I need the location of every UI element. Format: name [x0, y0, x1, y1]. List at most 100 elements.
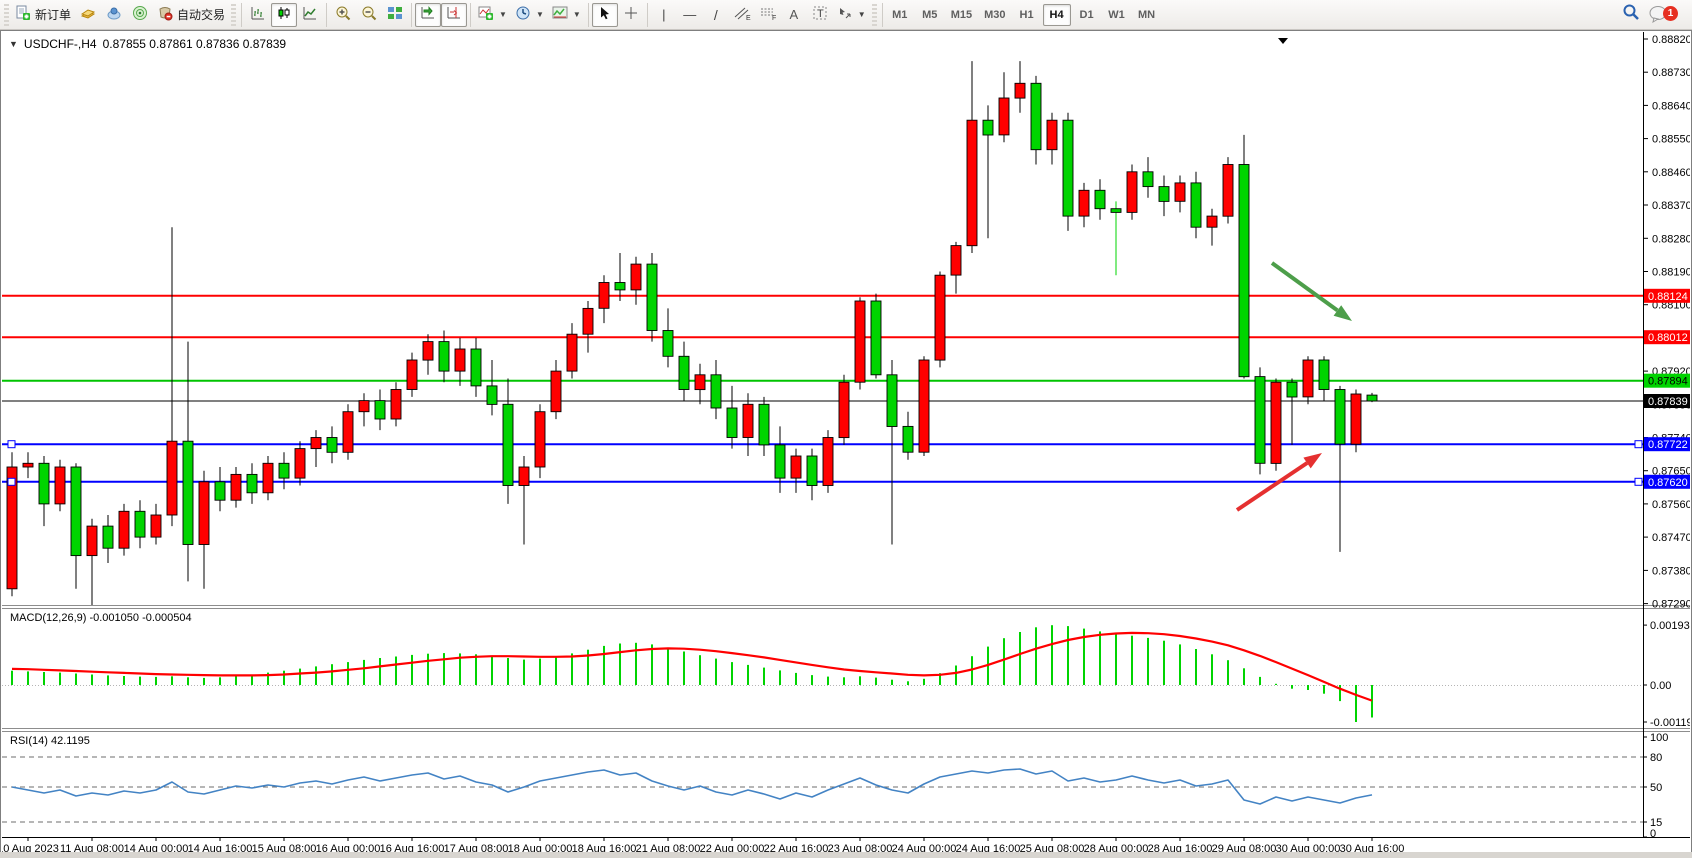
- crosshair-icon: [623, 5, 639, 24]
- toolbar-grip[interactable]: [872, 4, 877, 26]
- svg-text:0.87380: 0.87380: [1652, 565, 1690, 577]
- chart-title[interactable]: ▼ USDCHF-,H4 0.87855 0.87861 0.87836 0.8…: [9, 37, 286, 51]
- timeframe-M5[interactable]: M5: [916, 4, 944, 26]
- auto-scroll-button[interactable]: [415, 3, 441, 27]
- arrows-tool[interactable]: ▼: [833, 3, 870, 27]
- channel-icon: E: [733, 5, 751, 24]
- text-tool[interactable]: A: [781, 3, 807, 27]
- search-icon[interactable]: [1622, 3, 1640, 26]
- shapes-icon: [837, 5, 853, 24]
- hline-handle: [1635, 441, 1642, 448]
- text-icon: A: [789, 7, 798, 22]
- auto-trading-icon: [157, 5, 173, 24]
- signals-button[interactable]: [127, 3, 153, 27]
- price-tag-0.87722: 0.87722: [1644, 437, 1690, 451]
- svg-text:0.88012: 0.88012: [1648, 332, 1688, 344]
- bar-chart-button[interactable]: [245, 3, 271, 27]
- separator: [326, 3, 327, 27]
- separator: [882, 3, 883, 27]
- svg-text:0.88730: 0.88730: [1652, 67, 1690, 79]
- timeframe-D1[interactable]: D1: [1073, 4, 1101, 26]
- svg-text:0.87894: 0.87894: [1648, 376, 1688, 388]
- chart-dropdown-icon[interactable]: ▼: [9, 39, 18, 49]
- timeframe-H1[interactable]: H1: [1013, 4, 1041, 26]
- auto-trading-label: 自动交易: [177, 6, 225, 23]
- text-label-tool[interactable]: T: [807, 3, 833, 27]
- cursor-button[interactable]: [592, 3, 618, 27]
- timeframe-M30[interactable]: M30: [979, 4, 1010, 26]
- horizontal-line-tool[interactable]: —: [677, 3, 703, 27]
- svg-text:0.88460: 0.88460: [1652, 167, 1690, 179]
- chart-canvas[interactable]: 0.888200.887300.886400.885500.884600.883…: [2, 32, 1690, 858]
- svg-text:0.88550: 0.88550: [1652, 134, 1690, 146]
- svg-text:0.87839: 0.87839: [1648, 396, 1688, 408]
- toolbar-grip[interactable]: [231, 4, 236, 26]
- crosshair-button[interactable]: [618, 3, 644, 27]
- equidistant-channel-tool[interactable]: E: [729, 3, 755, 27]
- svg-text:0.00: 0.00: [1650, 680, 1671, 692]
- timeframe-M1[interactable]: M1: [886, 4, 914, 26]
- label-icon: T: [812, 5, 828, 24]
- fibonacci-tool[interactable]: F: [755, 3, 781, 27]
- svg-text:0.87470: 0.87470: [1652, 532, 1690, 544]
- chart-window: ▼ USDCHF-,H4 0.87855 0.87861 0.87836 0.8…: [0, 30, 1692, 856]
- hline-handle: [8, 441, 15, 448]
- auto-trading-button[interactable]: 自动交易: [153, 3, 229, 27]
- separator: [588, 3, 589, 27]
- market-watch-button[interactable]: [75, 3, 101, 27]
- community-button[interactable]: [101, 3, 127, 27]
- timeframe-W1[interactable]: W1: [1103, 4, 1131, 26]
- separator: [647, 3, 648, 27]
- svg-text:0.87560: 0.87560: [1652, 499, 1690, 511]
- zoom-out-icon: [361, 5, 377, 24]
- sonar-icon: [132, 5, 148, 24]
- candlestick-icon: [276, 5, 292, 24]
- chevron-down-icon: ▼: [536, 10, 544, 19]
- price-tag-0.88124: 0.88124: [1644, 289, 1690, 303]
- new-order-icon: [15, 5, 31, 24]
- mt4-window: 新订单 自动交易 ▼ ▼ ▼: [0, 0, 1692, 858]
- svg-text:0.87722: 0.87722: [1648, 439, 1688, 451]
- candlestick-chart-button[interactable]: [271, 3, 297, 27]
- new-order-button[interactable]: 新订单: [11, 3, 75, 27]
- chart-shift-button[interactable]: [441, 3, 467, 27]
- indicators-icon: [478, 5, 494, 24]
- timeframe-M15[interactable]: M15: [946, 4, 977, 26]
- svg-text:80: 80: [1650, 752, 1662, 764]
- hline-handle: [1635, 478, 1642, 485]
- timeframe-H4[interactable]: H4: [1043, 4, 1071, 26]
- hline-icon: —: [683, 7, 696, 22]
- chart-shift-icon: [446, 5, 462, 24]
- price-tag-0.87894: 0.87894: [1644, 374, 1690, 388]
- chevron-down-icon: ▼: [573, 10, 581, 19]
- tile-windows-button[interactable]: [382, 3, 408, 27]
- svg-text:50: 50: [1650, 782, 1662, 794]
- line-chart-button[interactable]: [297, 3, 323, 27]
- zoom-out-button[interactable]: [356, 3, 382, 27]
- clock-icon: [515, 5, 531, 24]
- notifications-button[interactable]: 1: [1648, 3, 1682, 27]
- chevron-down-icon: ▼: [499, 10, 507, 19]
- price-tag-0.87620: 0.87620: [1644, 475, 1690, 489]
- tile-windows-icon: [387, 5, 403, 24]
- svg-text:F: F: [772, 15, 776, 21]
- separator: [470, 3, 471, 27]
- main-toolbar: 新订单 自动交易 ▼ ▼ ▼: [0, 0, 1692, 30]
- timeframe-MN[interactable]: MN: [1133, 4, 1161, 26]
- vertical-line-tool[interactable]: |: [651, 3, 677, 27]
- svg-text:100: 100: [1650, 732, 1668, 744]
- trendline-tool[interactable]: /: [703, 3, 729, 27]
- svg-text:0.88280: 0.88280: [1652, 233, 1690, 245]
- toolbar-grip[interactable]: [4, 4, 9, 26]
- svg-text:T: T: [817, 8, 824, 20]
- svg-text:0.88370: 0.88370: [1652, 200, 1690, 212]
- periods-button[interactable]: ▼: [511, 3, 548, 27]
- indicators-button[interactable]: ▼: [474, 3, 511, 27]
- trendline-icon: /: [714, 7, 718, 23]
- timeframe-group: M1M5M15M30H1H4D1W1MN: [886, 4, 1161, 26]
- vline-icon: |: [662, 7, 665, 22]
- templates-button[interactable]: ▼: [548, 3, 585, 27]
- separator: [411, 3, 412, 27]
- macd-indicator-label: MACD(12,26,9) -0.001050 -0.000504: [10, 612, 192, 624]
- zoom-in-button[interactable]: [330, 3, 356, 27]
